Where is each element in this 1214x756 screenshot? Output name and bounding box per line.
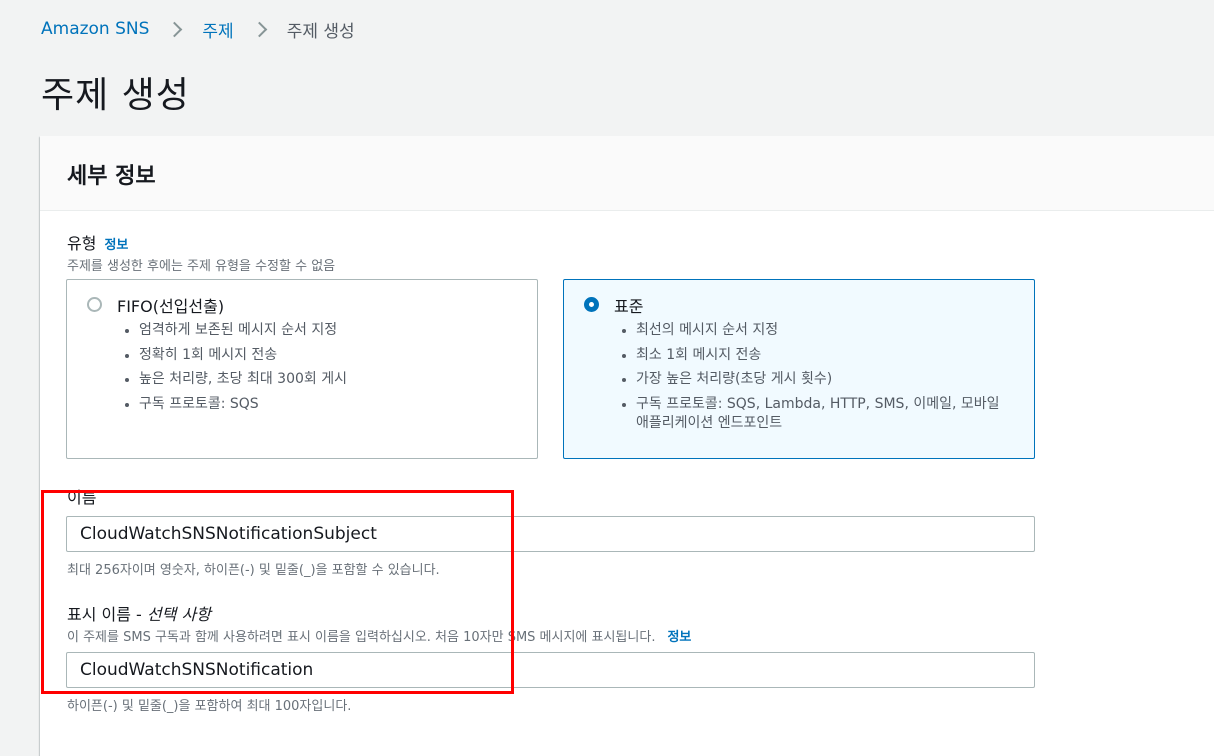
- breadcrumb: Amazon SNS 주제 주제 생성: [41, 17, 355, 42]
- display-name-description: 이 주제를 SMS 구독과 함께 사용하려면 표시 이름을 입력하십시오. 처음…: [67, 630, 656, 645]
- fifo-radio-button[interactable]: [87, 297, 102, 312]
- list-item: 구독 프로토콜: SQS: [139, 392, 347, 417]
- type-label-row: 유형 정보: [67, 230, 128, 254]
- list-item: 최소 1회 메시지 전송: [636, 343, 1011, 368]
- topic-type-fifo-option[interactable]: FIFO(선입선출) 엄격하게 보존된 메시지 순서 지정 정확히 1회 메시지…: [66, 279, 538, 459]
- breadcrumb-amazon-sns-link[interactable]: Amazon SNS: [41, 19, 149, 39]
- chevron-right-icon: [169, 19, 181, 39]
- display-name-info-link[interactable]: 정보: [667, 630, 691, 645]
- list-item: 구독 프로토콜: SQS, Lambda, HTTP, SMS, 이메일, 모바…: [636, 392, 1011, 433]
- list-item: 최선의 메시지 순서 지정: [636, 318, 1011, 343]
- type-info-link[interactable]: 정보: [104, 238, 128, 253]
- list-item: 높은 처리량, 초당 최대 300회 게시: [139, 367, 347, 392]
- chevron-right-icon: [254, 19, 266, 39]
- display-name-hint: 하이픈(-) 및 밑줄(_)을 포함하여 최대 100자입니다.: [67, 699, 352, 714]
- details-panel-header: 세부 정보: [40, 136, 1214, 211]
- name-hint: 최대 256자이며 영숫자, 하이픈(-) 및 밑줄(_)을 포함할 수 있습니…: [67, 563, 440, 578]
- breadcrumb-topics-link[interactable]: 주제: [202, 17, 233, 42]
- type-description: 주제를 생성한 후에는 주제 유형을 수정할 수 없음: [67, 259, 336, 274]
- topic-type-standard-option[interactable]: 표준 최선의 메시지 순서 지정 최소 1회 메시지 전송 가장 높은 처리량(…: [563, 279, 1035, 459]
- display-name-optional: 선택 사항: [146, 605, 211, 624]
- display-name-label-row: 표시 이름 - 선택 사항: [67, 601, 211, 625]
- breadcrumb-current: 주제 생성: [286, 21, 355, 42]
- name-label: 이름: [67, 488, 97, 507]
- standard-radio-button[interactable]: [584, 297, 599, 312]
- display-name-label: 표시 이름 -: [67, 605, 147, 624]
- fifo-option-label: FIFO(선입선출): [117, 297, 225, 316]
- standard-option-label: 표준: [614, 297, 644, 316]
- list-item: 엄격하게 보존된 메시지 순서 지정: [139, 318, 347, 343]
- type-label: 유형: [67, 234, 97, 253]
- display-name-input[interactable]: CloudWatchSNSNotification: [66, 652, 1035, 688]
- fifo-feature-list: 엄격하게 보존된 메시지 순서 지정 정확히 1회 메시지 전송 높은 처리량,…: [122, 318, 347, 416]
- list-item: 가장 높은 처리량(초당 게시 횟수): [636, 367, 1011, 392]
- list-item: 정확히 1회 메시지 전송: [139, 343, 347, 368]
- standard-feature-list: 최선의 메시지 순서 지정 최소 1회 메시지 전송 가장 높은 처리량(초당 …: [619, 318, 1011, 433]
- page-title: 주제 생성: [41, 75, 190, 116]
- details-panel-title: 세부 정보: [67, 164, 156, 189]
- name-input[interactable]: CloudWatchSNSNotificationSubject: [66, 516, 1035, 552]
- display-name-description-row: 이 주제를 SMS 구독과 함께 사용하려면 표시 이름을 입력하십시오. 처음…: [67, 626, 691, 645]
